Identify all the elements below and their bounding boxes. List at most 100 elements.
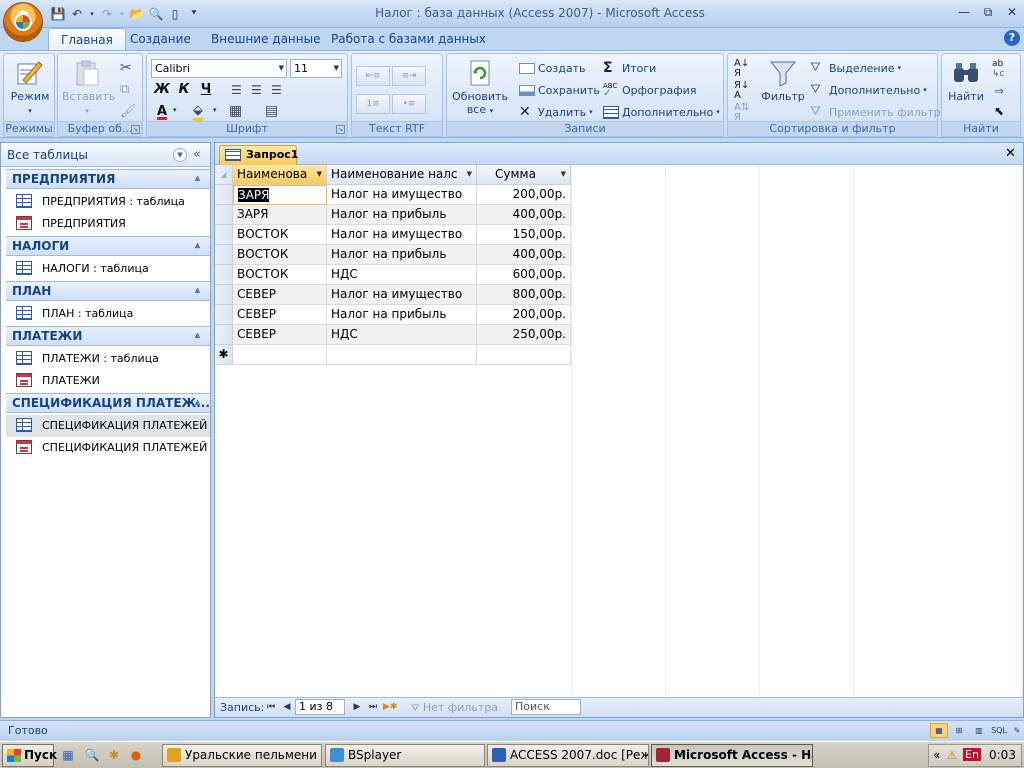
new-row-cell[interactable] — [233, 345, 327, 365]
table-cell[interactable]: 400,00р. — [477, 205, 571, 225]
save-record-button[interactable]: Сохранить — [519, 80, 600, 100]
cut-icon[interactable]: ✂ — [120, 60, 132, 76]
indent-increase-icon[interactable]: ≡⇥ — [392, 66, 426, 86]
taskbar-task[interactable]: Microsoft Access - На... — [651, 744, 813, 767]
italic-button[interactable]: К — [174, 80, 194, 100]
player-icon[interactable]: ✱ — [106, 747, 122, 763]
table-cell[interactable]: СЕВЕР — [233, 325, 327, 345]
collapse-group-icon[interactable]: ⩓ — [195, 237, 200, 255]
tab-query1[interactable]: Запрос1 — [219, 145, 298, 165]
tab-external-data[interactable]: Внешние данные — [199, 28, 332, 50]
close-button[interactable]: ✕ — [1000, 3, 1024, 21]
prev-record-icon[interactable]: ◀ — [281, 700, 293, 714]
first-record-icon[interactable]: ⏮ — [265, 700, 277, 714]
indent-decrease-icon[interactable]: ⇤≡ — [356, 66, 390, 86]
align-center-icon[interactable]: ☰ — [251, 83, 262, 97]
find-button[interactable]: Найти — [944, 58, 988, 103]
redo-icon[interactable]: ↷ — [99, 6, 115, 22]
undo-icon[interactable]: ↶ — [69, 6, 85, 22]
collapse-group-icon[interactable]: ⩓ — [195, 394, 200, 412]
start-button[interactable]: Пуск — [2, 744, 57, 767]
paste-button[interactable]: Вставить ▾ — [62, 58, 115, 118]
firefox-icon[interactable]: ● — [128, 747, 144, 763]
pivot-table-view-icon[interactable]: ⊞ — [950, 723, 968, 738]
delete-record-button[interactable]: ✕ Удалить ▾ — [519, 102, 593, 122]
refresh-all-button[interactable]: Обновить все ▾ — [449, 58, 511, 118]
view-button[interactable]: Режим ▾ — [8, 58, 52, 118]
goto-icon[interactable]: ⇒ — [994, 84, 1004, 98]
column-header[interactable]: Сумма ▼ — [477, 165, 571, 185]
table-cell[interactable]: СЕВЕР — [233, 285, 327, 305]
new-row-cell[interactable] — [477, 345, 571, 365]
fill-color-icon[interactable]: ⬙ — [193, 104, 203, 121]
nav-item[interactable]: ПРЕДПРИЯТИЯ — [6, 213, 210, 235]
desktop-icon[interactable]: ▦ — [60, 747, 76, 763]
nav-item[interactable]: ПЛАН : таблица — [6, 303, 210, 325]
clipboard-launcher-icon[interactable]: ↘ — [131, 125, 140, 134]
undo-dropdown-icon[interactable]: ▾ — [88, 6, 96, 22]
search-input[interactable]: Поиск — [511, 699, 581, 715]
datasheet-view-icon[interactable]: ▦ — [930, 723, 948, 738]
row-selector[interactable] — [215, 265, 233, 285]
table-cell[interactable]: Налог на прибыль — [327, 305, 477, 325]
row-selector[interactable] — [215, 205, 233, 225]
taskbar-task[interactable]: Уральские пельмени (Т... — [162, 744, 322, 767]
nav-item[interactable]: ПЛАТЕЖИ — [6, 370, 210, 392]
table-cell[interactable]: ЗАРЯ — [233, 185, 327, 205]
table-cell[interactable]: ВОСТОК — [233, 225, 327, 245]
table-cell[interactable]: 800,00р. — [477, 285, 571, 305]
row-selector[interactable] — [215, 285, 233, 305]
font-family-select[interactable]: Calibri ▼ — [151, 59, 287, 78]
new-row-selector[interactable]: ✱ — [215, 345, 233, 365]
align-right-icon[interactable]: ☰ — [271, 83, 282, 97]
filter-button[interactable]: Фильтр — [758, 58, 808, 103]
collapse-group-icon[interactable]: ⩓ — [195, 282, 200, 300]
more-records-button[interactable]: Дополнительно ▾ — [603, 102, 720, 122]
minimize-button[interactable]: — — [952, 3, 976, 21]
row-selector[interactable] — [215, 305, 233, 325]
row-selector[interactable] — [215, 245, 233, 265]
nav-item[interactable]: НАЛОГИ : таблица — [6, 258, 210, 280]
tray-expand-icon[interactable]: « — [933, 748, 940, 762]
column-filter-icon[interactable]: ▼ — [561, 165, 566, 184]
nav-collapse-icon[interactable]: « — [193, 147, 201, 162]
table-cell[interactable]: Налог на имущество — [327, 185, 477, 205]
selection-button[interactable]: ⛛ Выделение ▾ — [810, 58, 901, 78]
last-record-icon[interactable]: ⏭ — [367, 700, 379, 714]
next-record-icon[interactable]: ▶ — [351, 700, 363, 714]
table-cell[interactable]: СЕВЕР — [233, 305, 327, 325]
table-cell[interactable]: Налог на прибыль — [327, 245, 477, 265]
copy-icon[interactable]: ⧉ — [120, 82, 129, 97]
select-pointer-icon[interactable]: ⬉ — [994, 104, 1004, 118]
taskbar-task[interactable]: ACCESS 2007.doc [Режим... — [487, 744, 649, 767]
column-filter-icon[interactable]: ▼ — [467, 165, 472, 184]
design-view-icon[interactable]: ✎ — [1008, 723, 1024, 738]
search-icon[interactable]: 🔍 — [84, 747, 100, 763]
new-record-button[interactable]: Создать — [519, 58, 586, 78]
font-size-select[interactable]: 11 ▼ — [290, 59, 342, 78]
table-cell[interactable]: Налог на имущество — [327, 225, 477, 245]
table-cell[interactable]: ЗАРЯ — [233, 205, 327, 225]
totals-button[interactable]: Σ Итоги — [603, 58, 656, 78]
nav-item[interactable]: ПЛАТЕЖИ : таблица — [6, 348, 210, 370]
underline-button[interactable]: Ч — [196, 80, 216, 100]
nav-group-header[interactable]: СПЕЦИФИКАЦИЯ ПЛАТЕЖ... ⩓ — [6, 393, 210, 413]
new-row-cell[interactable] — [327, 345, 477, 365]
row-selector[interactable] — [215, 185, 233, 205]
table-cell[interactable]: 250,00р. — [477, 325, 571, 345]
taskbar-task[interactable]: BSplayer — [325, 744, 485, 767]
spelling-button[interactable]: ABC ✓ Орфография — [603, 80, 696, 100]
table-cell[interactable]: Налог на имущество — [327, 285, 477, 305]
nav-group-header[interactable]: НАЛОГИ ⩓ — [6, 236, 210, 256]
alternate-fill-icon[interactable]: ▤ — [265, 103, 278, 119]
redo-dropdown-icon[interactable]: ▾ — [118, 6, 126, 22]
nav-group-header[interactable]: ПРЕДПРИЯТИЯ ⩓ — [6, 169, 210, 189]
column-header[interactable]: Наименование налс ▼ — [327, 165, 477, 185]
pivot-chart-view-icon[interactable]: ▥ — [970, 723, 988, 738]
gridlines-icon[interactable]: ▦ — [229, 103, 242, 119]
table-cell[interactable]: 600,00р. — [477, 265, 571, 285]
print-preview-icon[interactable]: 🔍 — [148, 6, 164, 22]
bold-button[interactable]: Ж — [152, 80, 172, 100]
warning-icon[interactable]: ⚠ — [947, 749, 957, 762]
table-cell[interactable]: Налог на прибыль — [327, 205, 477, 225]
